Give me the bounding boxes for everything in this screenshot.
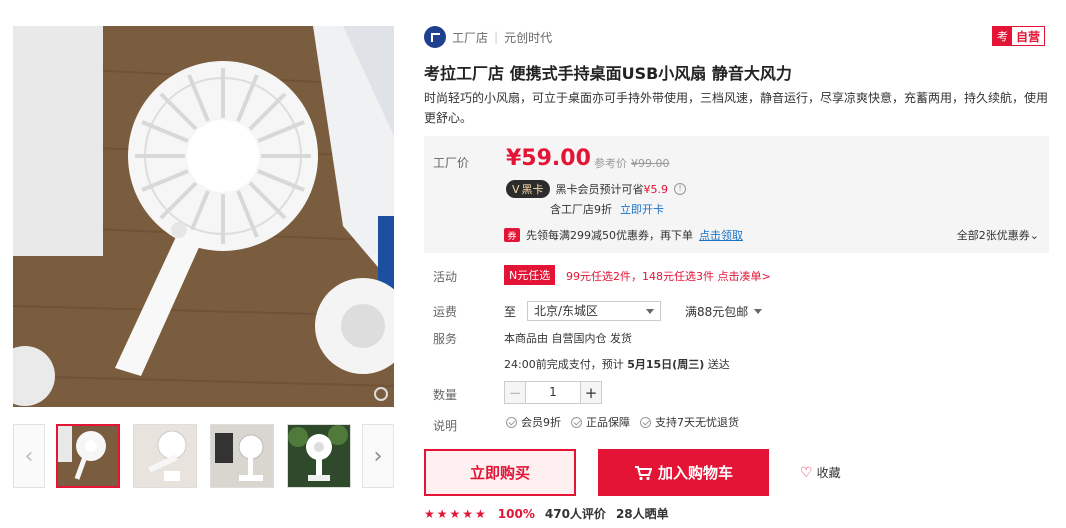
ship-to-label: 至: [504, 305, 517, 319]
price-panel: 工厂价 ¥59.00 参考价 ¥99.00 V 黑卡 黑卡会员预计可省¥5.9 ! …: [424, 136, 1049, 253]
shop-header: 工厂店 | 元创时代: [424, 26, 552, 48]
caret-down-icon: [646, 309, 654, 314]
activity-label: 活动: [433, 270, 458, 284]
price-value: ¥59.00: [506, 146, 591, 171]
favorite-label: 收藏: [816, 466, 841, 480]
quantity-label: 数量: [433, 388, 458, 402]
black-card-label: 黑卡: [521, 183, 544, 196]
check-circle-icon: [506, 416, 517, 428]
shows-count-link[interactable]: 28人晒单: [616, 505, 669, 522]
all-coupons-label: 全部2张优惠券: [956, 229, 1030, 242]
region-value: 北京/东城区: [534, 304, 599, 318]
add-to-cart-label: 加入购物车: [657, 464, 733, 482]
kaola-icon: 考: [993, 27, 1012, 45]
zoom-icon[interactable]: [374, 387, 388, 401]
main-product-image: [13, 26, 394, 407]
thumbnail-1[interactable]: [56, 424, 120, 488]
shop-name[interactable]: 工厂店: [452, 29, 488, 46]
note-text: 会员9折: [521, 416, 561, 429]
buy-now-button[interactable]: 立即购买: [424, 449, 576, 496]
reviews-count-link[interactable]: 470人评价: [545, 505, 606, 522]
shipping-label: 运费: [433, 305, 458, 319]
thumb-next-button[interactable]: ›: [362, 424, 394, 488]
note-item: 支持7天无忧退货: [640, 414, 739, 430]
all-coupons-toggle[interactable]: 全部2张优惠券⌄: [957, 227, 1039, 243]
free-shipping-text: 满88元包邮: [685, 305, 749, 319]
thumbnail-strip: ‹ ›: [13, 424, 394, 489]
check-circle-icon: [571, 416, 582, 428]
service-label: 服务: [433, 332, 458, 346]
quantity-input[interactable]: 1: [526, 382, 580, 403]
decrease-button[interactable]: −: [505, 382, 526, 403]
reference-price: 参考价 ¥99.00: [594, 155, 670, 171]
service-line-1: 本商品由 自营国内仓 发货: [504, 332, 632, 345]
black-card-tag: V 黑卡: [506, 180, 550, 198]
note-item: 会员9折: [506, 414, 561, 430]
note-item: 正品保障: [571, 414, 630, 430]
self-operated-badge: 考 自营: [992, 26, 1046, 46]
quantity-stepper: − 1 +: [504, 381, 602, 404]
claim-coupon-link[interactable]: 点击领取: [699, 227, 743, 243]
v-icon: V: [512, 182, 520, 196]
shop-logo-icon[interactable]: [424, 26, 446, 48]
coupon-icon: 券: [504, 228, 520, 242]
notes-label: 说明: [433, 419, 458, 433]
chevron-left-icon: ‹: [24, 443, 34, 469]
price-label: 工厂价: [433, 156, 470, 170]
note-text: 正品保障: [586, 416, 630, 429]
product-description: 时尚轻巧的小风扇，可立于桌面亦可手持外带使用，三档风速，静音运行，尽享凉爽快意，…: [424, 91, 1049, 125]
vip-text: 黑卡会员预计可省: [555, 183, 644, 196]
vip-subline: 含工厂店9折 立即开卡: [550, 201, 664, 217]
activity-tag: N元任选: [504, 265, 556, 285]
self-operated-label: 自营: [1016, 29, 1041, 44]
notes-list: 会员9折 正品保障 支持7天无忧退货: [506, 414, 739, 430]
product-title: 考拉工厂店 便携式手持桌面USB小风扇 静音大风力: [424, 64, 792, 83]
cart-icon: [634, 465, 652, 480]
fan-photo: [13, 26, 394, 407]
shop-brand[interactable]: 元创时代: [504, 29, 552, 46]
rating-row: ★★★★★ 100% 470人评价 28人晒单: [424, 505, 669, 522]
check-circle-icon: [640, 416, 651, 428]
heart-icon: ♡: [800, 464, 813, 481]
coupon-row: 券 先领每满299减50优惠券，再下单 点击领取: [504, 227, 743, 243]
shop-separator: |: [494, 30, 499, 44]
coupon-text: 先领每满299减50优惠券，再下单: [526, 229, 693, 242]
chevron-right-icon: ›: [373, 443, 383, 469]
free-shipping-dropdown[interactable]: 满88元包邮: [685, 303, 763, 320]
vip-savings: V 黑卡 黑卡会员预计可省¥5.9 !: [506, 180, 687, 198]
thumbnail-3[interactable]: [210, 424, 274, 488]
caret-down-icon: [754, 309, 763, 314]
region-select[interactable]: 北京/东城区: [527, 301, 661, 321]
thumbnail-2[interactable]: [133, 424, 197, 488]
rating-percent: 100%: [497, 506, 535, 521]
info-icon[interactable]: !: [674, 183, 687, 195]
ref-price-label: 参考价: [594, 157, 627, 170]
increase-button[interactable]: +: [580, 382, 601, 403]
vip-save: ¥5.9: [643, 183, 669, 196]
note-text: 支持7天无忧退货: [655, 416, 739, 429]
ref-price-value: ¥99.00: [631, 157, 670, 170]
delivery-prefix: 24:00前完成支付，预计: [504, 358, 624, 371]
thumb-prev-button[interactable]: ‹: [13, 424, 45, 488]
vip-sub-text: 含工厂店9折: [550, 203, 612, 216]
delivery-suffix: 送达: [707, 358, 730, 371]
delivery-date: 5月15日(周三): [627, 358, 705, 371]
favorite-button[interactable]: ♡ 收藏: [800, 464, 841, 481]
chevron-down-icon: ⌄: [1029, 229, 1039, 242]
add-to-cart-button[interactable]: 加入购物车: [598, 449, 769, 496]
service-line-2: 24:00前完成支付，预计 5月15日(周三) 送达: [504, 356, 730, 372]
star-rating-icon: ★★★★★: [424, 506, 488, 521]
open-card-link[interactable]: 立即开卡: [620, 203, 664, 216]
thumbnail-4[interactable]: [287, 424, 351, 488]
activity-promo-link[interactable]: 99元任选2件，148元任选3件 点击凑单>: [566, 268, 771, 284]
